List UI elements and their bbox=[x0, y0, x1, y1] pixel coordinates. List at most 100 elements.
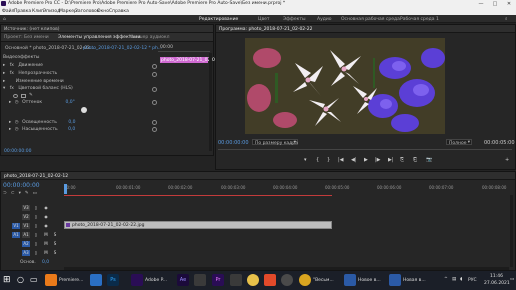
tab-audio-mixer[interactable]: Микшер аудиокл bbox=[129, 35, 170, 40]
reset-icon[interactable] bbox=[152, 127, 157, 132]
eye-icon[interactable]: ◉ bbox=[42, 205, 50, 211]
menu-sequence[interactable]: Эпизод bbox=[43, 9, 60, 14]
expand-icon[interactable]: ▸ bbox=[3, 63, 5, 68]
timeline-vscroll[interactable] bbox=[510, 195, 513, 267]
master-clip-label[interactable]: Основной * photo_2018-07-21_02-02... bbox=[5, 46, 94, 51]
solo-button[interactable]: S bbox=[51, 241, 59, 247]
workspace-editing[interactable]: Редактирование bbox=[199, 17, 238, 22]
collapse-icon[interactable]: ▾ bbox=[3, 86, 5, 91]
yandex-icon[interactable] bbox=[264, 274, 276, 286]
start-icon[interactable]: ⊞ bbox=[3, 275, 11, 285]
timeline-ruler[interactable]: 00:00 00:00:01:00 00:00:02:00 00:00:03:0… bbox=[64, 185, 516, 193]
app-icon[interactable] bbox=[194, 274, 206, 286]
clock-date[interactable]: 27.06.2021 bbox=[484, 281, 510, 286]
play-button[interactable]: ▶ bbox=[364, 157, 368, 163]
tray-chevron-icon[interactable]: ^ bbox=[444, 277, 448, 282]
stopwatch-icon[interactable]: ◷ bbox=[15, 127, 19, 132]
marker-button[interactable]: ▾ bbox=[304, 157, 307, 163]
taskbar-browser-item[interactable]: "Весьм... bbox=[298, 274, 340, 287]
rect-mask-icon[interactable] bbox=[21, 93, 26, 98]
saturation-value[interactable]: 0,0 bbox=[68, 127, 75, 132]
stopwatch-icon[interactable]: ◷ bbox=[15, 120, 19, 125]
playhead[interactable] bbox=[64, 184, 67, 194]
volume-icon[interactable]: ◖ bbox=[460, 277, 462, 282]
workspace-audio[interactable]: Аудио bbox=[317, 17, 332, 22]
track-label-v3[interactable]: V3 bbox=[22, 205, 30, 211]
work-area-bar[interactable] bbox=[64, 195, 332, 196]
workspace-effects[interactable]: Эффекты bbox=[283, 17, 306, 22]
timeline-hscroll[interactable] bbox=[64, 267, 509, 270]
workspace-custom[interactable]: Рабочая среда 1 bbox=[400, 17, 439, 22]
mute-button[interactable]: M bbox=[42, 250, 50, 256]
track-label-v1[interactable]: V1 bbox=[22, 223, 30, 229]
clock-time[interactable]: 11:46 bbox=[490, 274, 503, 279]
lock-icon[interactable]: ▯ bbox=[32, 223, 40, 229]
timeline-clip[interactable]: photo_2018-07-21_02-02-22.jpg bbox=[64, 221, 332, 229]
lightness-value[interactable]: 0,0 bbox=[68, 120, 75, 125]
expand-icon[interactable]: ▸ bbox=[9, 120, 11, 125]
reset-icon[interactable] bbox=[152, 100, 157, 105]
captions-icon[interactable]: ▭ bbox=[33, 191, 37, 196]
lift-button[interactable]: ⎘ bbox=[400, 157, 404, 163]
source-a1[interactable]: A1 bbox=[12, 232, 20, 238]
language-indicator[interactable]: РУС bbox=[468, 278, 477, 283]
program-title[interactable]: Программа: photo_2018-07-21_02-02-22 bbox=[219, 27, 313, 32]
timeline-tab[interactable]: photo_2018-07-21_02-02-12 bbox=[4, 174, 68, 179]
eye-icon[interactable]: ◉ bbox=[42, 223, 50, 229]
add-button[interactable]: + bbox=[505, 157, 509, 163]
lock-icon[interactable]: ▯ bbox=[32, 205, 40, 211]
effect-scrollbar[interactable] bbox=[209, 53, 212, 151]
home-icon[interactable]: ⌂ bbox=[3, 17, 6, 22]
expand-icon[interactable]: ▸ bbox=[9, 127, 11, 132]
reset-icon[interactable] bbox=[152, 72, 157, 77]
effect-opacity[interactable]: ▸ fx Непрозрачность bbox=[3, 71, 57, 77]
stopwatch-icon[interactable]: ◷ bbox=[15, 100, 19, 105]
solo-button[interactable]: S bbox=[51, 250, 59, 256]
quality-dropdown[interactable]: Полное ▾ bbox=[446, 139, 472, 146]
expand-icon[interactable]: ▸ bbox=[3, 79, 5, 84]
menu-edit[interactable]: Правка bbox=[14, 9, 31, 14]
notification-icon[interactable]: ▭ bbox=[510, 277, 514, 282]
hue-value[interactable]: 0,0° bbox=[65, 100, 74, 105]
mute-button[interactable]: M bbox=[42, 241, 50, 247]
go-to-in-button[interactable]: |◀ bbox=[338, 157, 344, 163]
taskbar-photoshop-item[interactable]: Ps bbox=[106, 274, 128, 287]
effect-motion[interactable]: ▸ fx Движение bbox=[3, 63, 43, 69]
close-button[interactable]: ✕ bbox=[502, 0, 516, 8]
reset-icon[interactable] bbox=[152, 64, 157, 69]
master-volume[interactable]: 0,0 bbox=[42, 260, 49, 265]
app-icon[interactable] bbox=[281, 274, 293, 286]
workspace-color[interactable]: Цвет bbox=[258, 17, 270, 22]
lock-icon[interactable]: ▯ bbox=[32, 232, 40, 238]
taskbar-adobe-premiere-item[interactable]: Adobe P... bbox=[130, 274, 172, 287]
reset-icon[interactable] bbox=[152, 120, 157, 125]
expand-icon[interactable]: ▸ bbox=[9, 100, 11, 105]
track-label-v2[interactable]: V2 bbox=[22, 214, 30, 220]
export-frame-button[interactable]: 📷 bbox=[426, 157, 432, 163]
program-timecode[interactable]: 00:00:00:00 bbox=[218, 140, 249, 146]
fx-badge[interactable]: fx bbox=[10, 86, 14, 91]
reset-icon[interactable] bbox=[152, 87, 157, 92]
menu-file[interactable]: Файл bbox=[2, 9, 14, 14]
menu-window[interactable]: Окно bbox=[97, 9, 109, 14]
source-v1[interactable]: V1 bbox=[12, 223, 20, 229]
sequence-clip-label[interactable]: photo_2018-07-21_02-02-12 * ph... bbox=[83, 46, 162, 51]
go-to-out-button[interactable]: ▶| bbox=[388, 157, 394, 163]
minimize-button[interactable]: — bbox=[474, 0, 488, 8]
lock-icon[interactable]: ▯ bbox=[32, 214, 40, 220]
effect-timecode[interactable]: 00:00:00:00 bbox=[4, 149, 31, 154]
snap-icon[interactable]: ⊃ bbox=[3, 191, 7, 196]
fx-badge[interactable]: fx bbox=[10, 71, 14, 76]
fit-dropdown[interactable]: По размеру кадра ▾ bbox=[252, 139, 298, 146]
chrome-icon[interactable] bbox=[247, 274, 259, 286]
marker-icon[interactable]: ▾ bbox=[19, 191, 21, 196]
after-effects-icon[interactable]: Ae bbox=[177, 274, 189, 286]
task-view-icon[interactable]: ▭ bbox=[30, 275, 38, 284]
taskbar-premiere-item[interactable]: Premiere... bbox=[44, 274, 86, 287]
mark-out-button[interactable]: } bbox=[327, 157, 330, 163]
fx-badge[interactable]: fx bbox=[10, 63, 14, 68]
search-icon[interactable]: ⌕ bbox=[505, 16, 508, 22]
search-icon[interactable]: ○ bbox=[17, 275, 24, 284]
linked-icon[interactable]: ⊂ bbox=[11, 191, 15, 196]
mark-in-button[interactable]: { bbox=[316, 157, 319, 163]
